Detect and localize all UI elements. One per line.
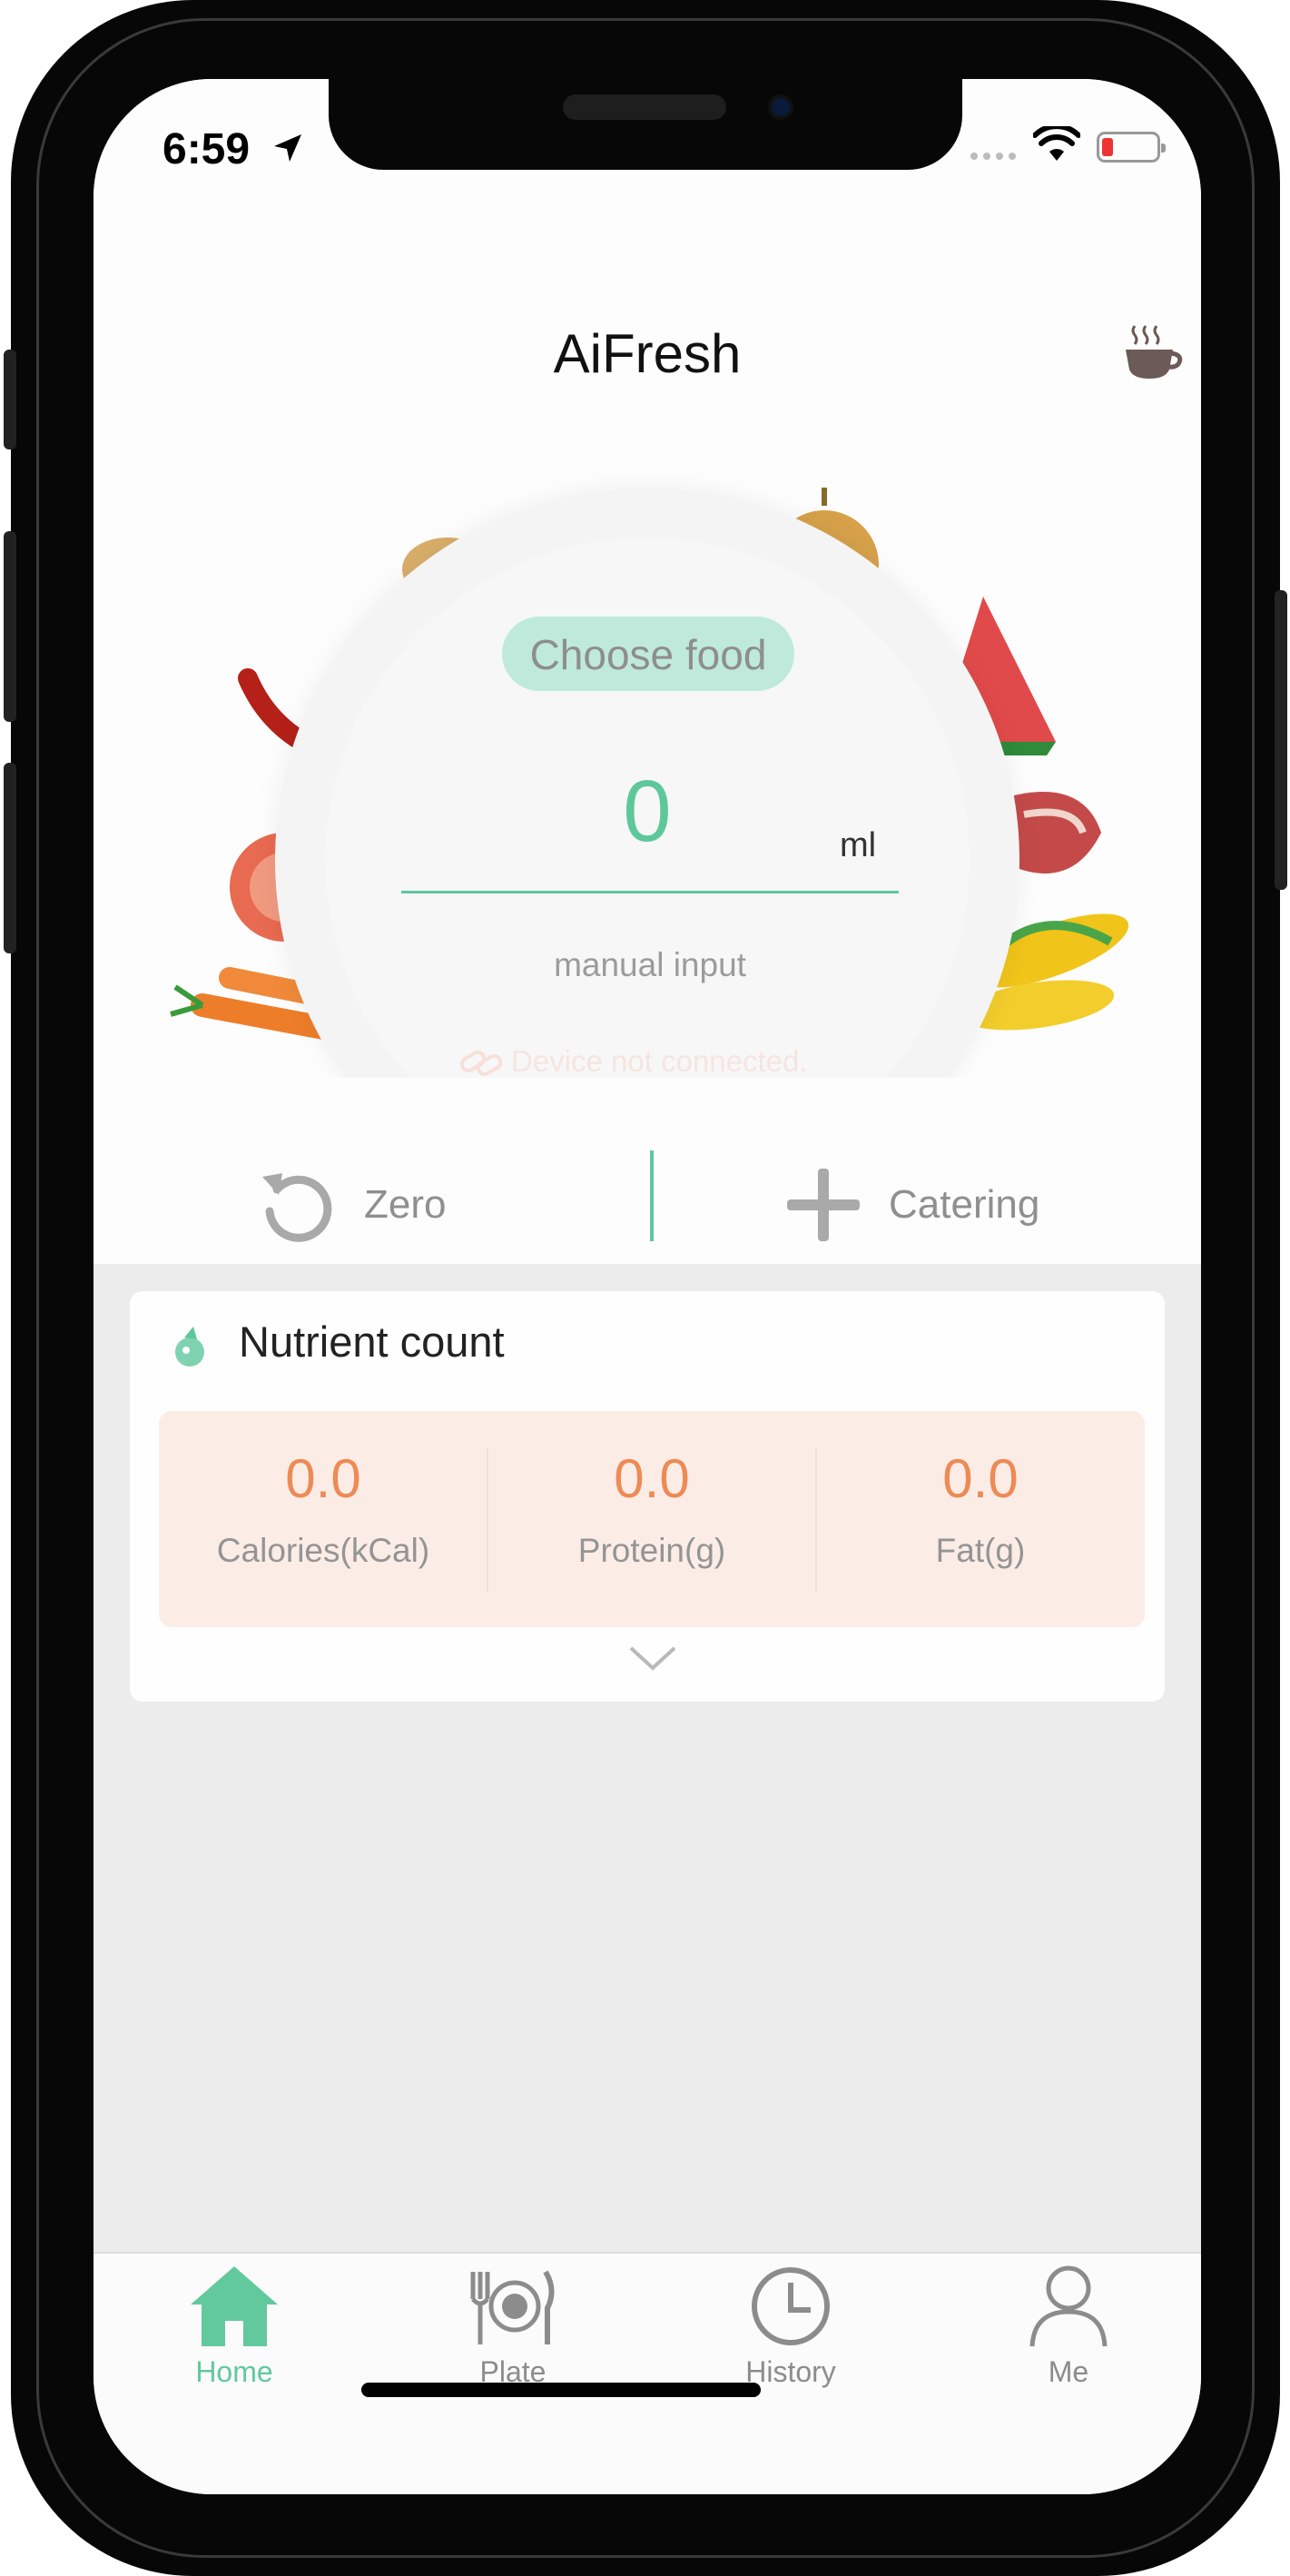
side-button-volume-up	[4, 531, 16, 722]
device-status: Device not connected.	[458, 1044, 876, 1079]
weight-unit: ml	[840, 826, 877, 864]
nutrient-label: Protein(g)	[577, 1532, 726, 1569]
nutrient-label: Calories(kCal)	[216, 1532, 430, 1569]
nutrient-value: 0.0	[285, 1448, 361, 1509]
tab-bar: Home Plate History Me	[94, 2252, 1201, 2494]
nutrient-protein: 0.0 Protein(g)	[487, 1411, 816, 1627]
weight-value[interactable]: 0	[402, 762, 892, 862]
side-button-volume-down	[4, 763, 16, 953]
scale-actions: Zero Catering	[94, 1146, 1201, 1264]
zero-label: Zero	[364, 1182, 447, 1227]
nutrient-fat: 0.0 Fat(g)	[816, 1411, 1145, 1627]
actions-divider	[650, 1150, 654, 1241]
catering-label: Catering	[889, 1182, 1040, 1227]
nutrient-calories: 0.0 Calories(kCal)	[159, 1411, 487, 1627]
tea-cup-icon[interactable]	[1122, 322, 1184, 382]
wifi-icon	[1033, 126, 1080, 161]
plus-icon	[787, 1169, 860, 1241]
tab-label: Me	[1048, 2355, 1089, 2388]
phone-notch	[329, 79, 962, 170]
side-button-silent	[4, 350, 16, 449]
app-screen: 6:59 AiFresh Choose food 0 ml manual inp…	[94, 79, 1201, 2494]
manual-input-link[interactable]: manual input	[401, 946, 899, 984]
clock-icon	[752, 2267, 830, 2345]
tab-home[interactable]: Home	[153, 2263, 316, 2389]
phone-speaker	[563, 94, 726, 120]
tab-plate[interactable]: Plate	[431, 2263, 595, 2389]
nutrient-value: 0.0	[614, 1448, 690, 1509]
nutrient-label: Fat(g)	[935, 1532, 1026, 1569]
person-icon	[1029, 2265, 1108, 2347]
cellular-signal-icon	[970, 153, 1016, 160]
page-title: AiFresh	[553, 323, 742, 384]
link-icon	[459, 1051, 503, 1077]
plate-icon	[470, 2270, 555, 2344]
chevron-down-icon[interactable]	[627, 1643, 678, 1673]
nutrient-card-title: Nutrient count	[239, 1318, 505, 1366]
home-icon	[191, 2266, 278, 2346]
catering-button[interactable]: Catering	[783, 1146, 1039, 1264]
choose-food-button[interactable]: Choose food	[502, 617, 794, 691]
tab-history[interactable]: History	[709, 2263, 872, 2389]
nutrient-summary: 0.0 Calories(kCal) 0.0 Protein(g) 0.0 Fa…	[159, 1411, 1145, 1627]
device-status-text: Device not connected.	[511, 1044, 808, 1078]
tab-me[interactable]: Me	[987, 2263, 1150, 2389]
location-arrow-icon	[274, 134, 301, 162]
weight-input-underline	[401, 891, 899, 893]
tab-label: Home	[195, 2355, 273, 2388]
nutrient-value: 0.0	[942, 1448, 1019, 1509]
reset-icon	[262, 1173, 332, 1242]
status-time: 6:59	[162, 125, 251, 173]
zero-button[interactable]: Zero	[257, 1146, 446, 1264]
side-button-power	[1275, 590, 1287, 890]
nutrient-icon	[175, 1327, 204, 1367]
battery-icon	[1097, 132, 1166, 163]
scale-panel: 6:59 AiFresh Choose food 0 ml manual inp…	[94, 79, 1201, 1264]
home-indicator[interactable]	[361, 2383, 761, 2397]
front-camera	[768, 94, 793, 120]
